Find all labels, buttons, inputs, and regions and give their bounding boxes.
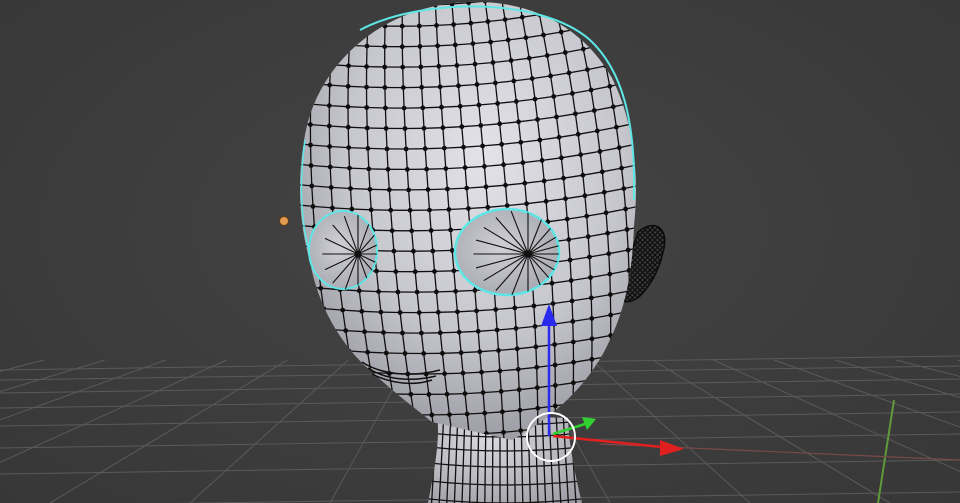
x-axis-arrow-icon[interactable] xyxy=(660,440,684,456)
viewport-canvas[interactable] xyxy=(0,0,960,503)
light-dot-icon[interactable] xyxy=(279,216,289,226)
3d-viewport[interactable] xyxy=(0,0,960,503)
world-y-axis-line xyxy=(877,399,895,503)
